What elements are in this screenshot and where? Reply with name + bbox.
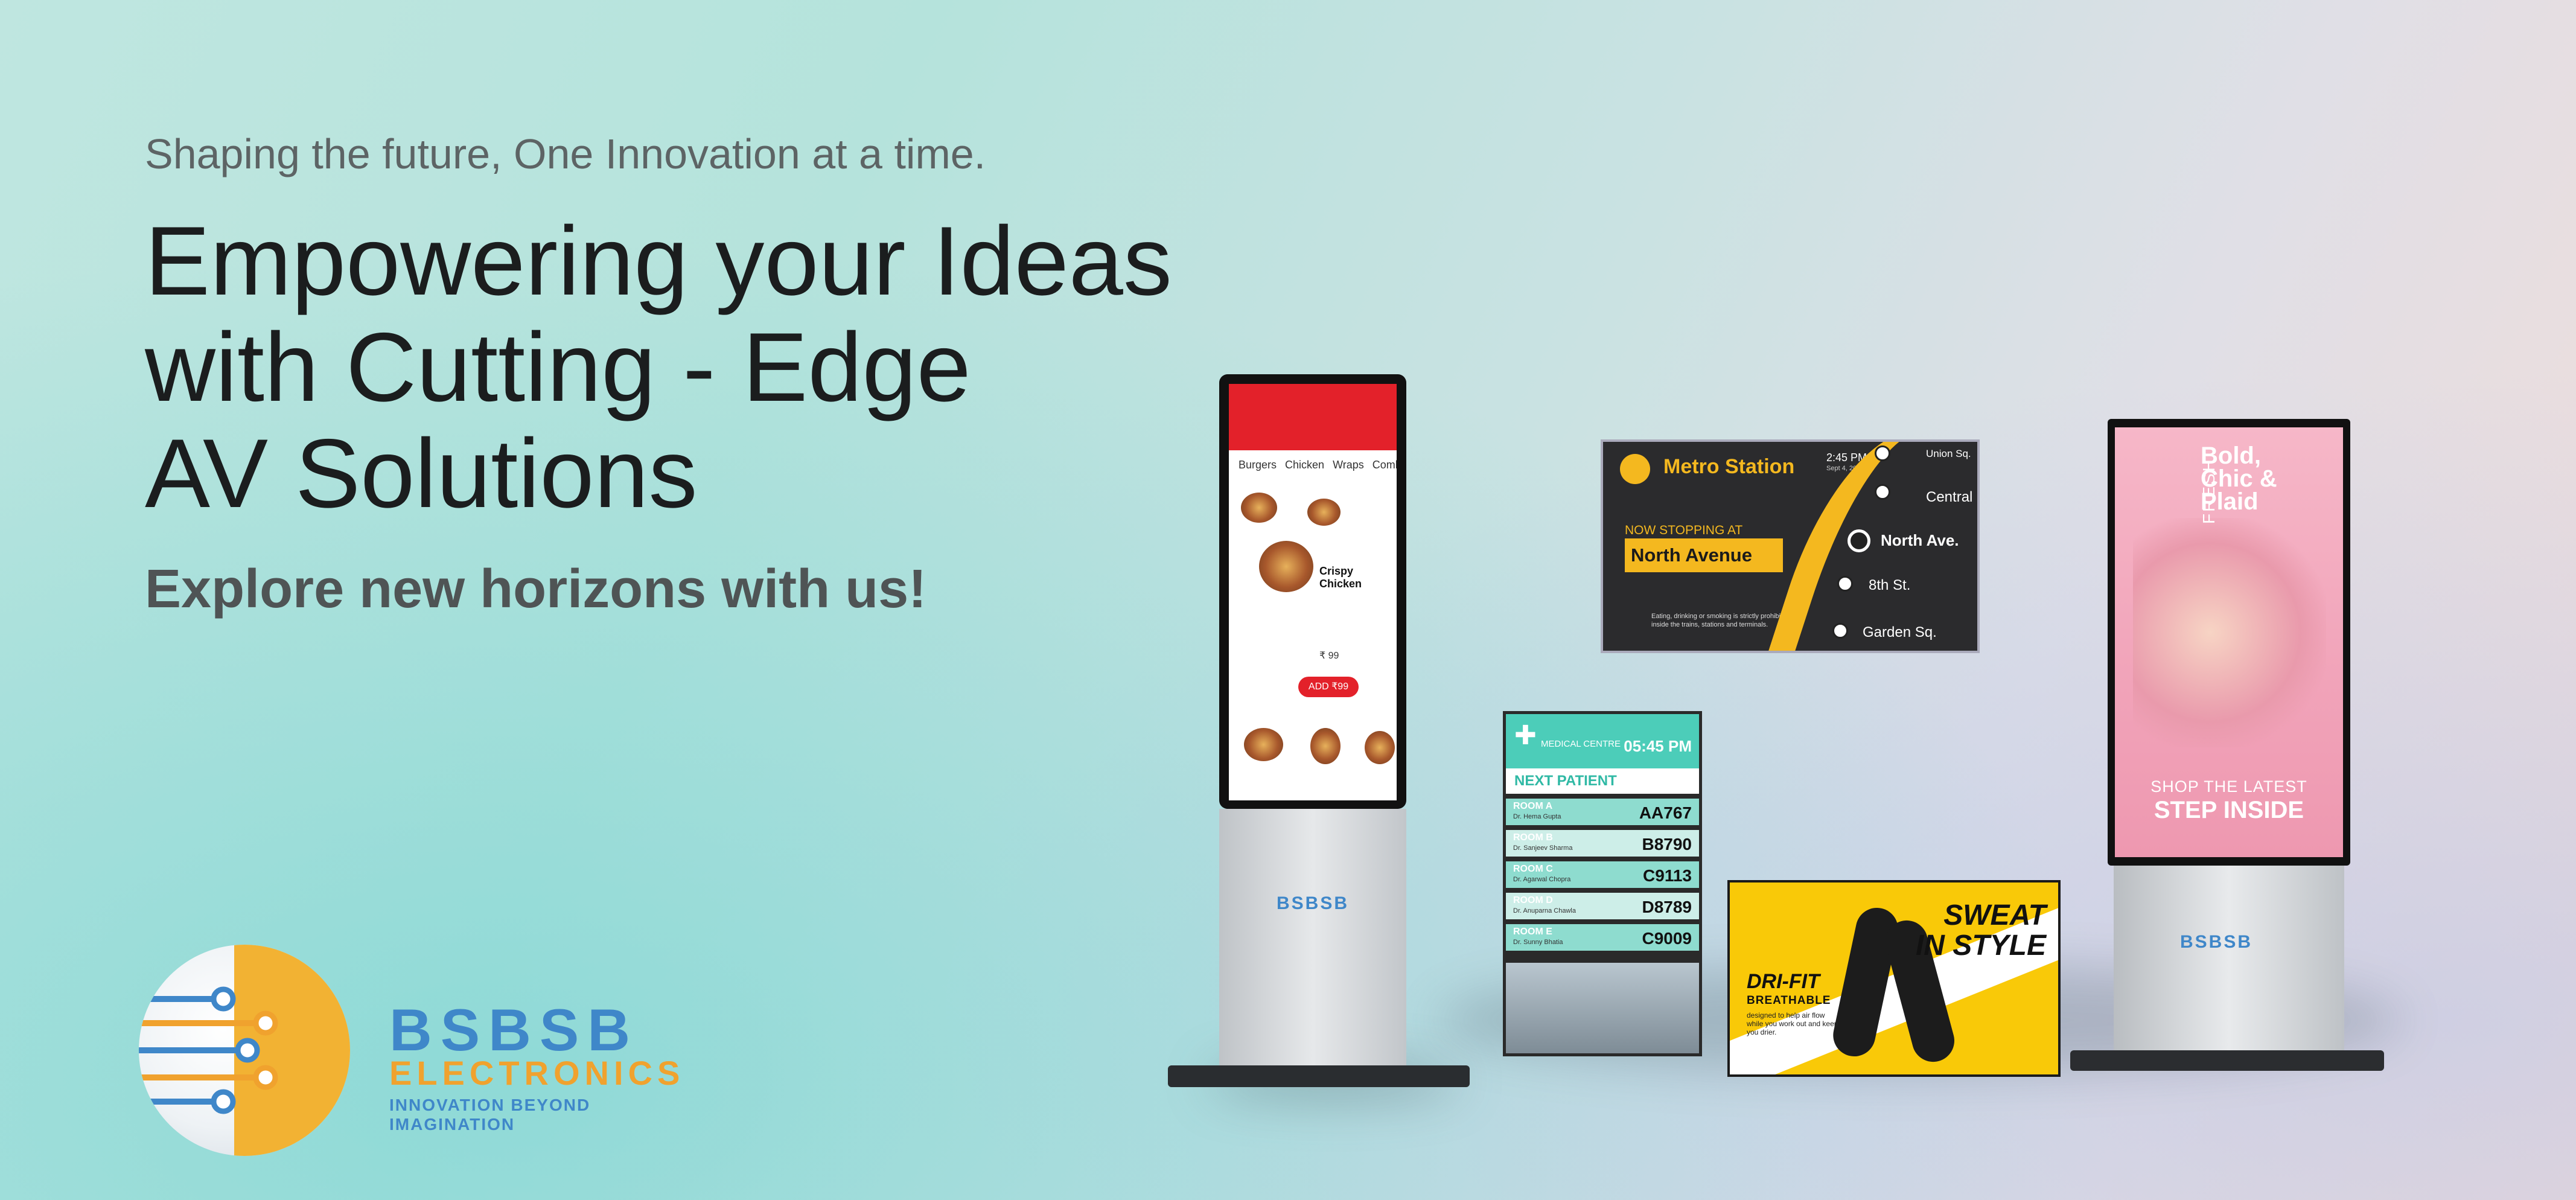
- queue-row: ROOM C Dr. Agarwal Chopra C9113: [1506, 861, 1699, 888]
- product-name: DRI-FIT: [1747, 970, 1820, 993]
- tab-combos[interactable]: Combos: [1372, 459, 1397, 471]
- food-kiosk-header: [1229, 384, 1397, 450]
- add-to-cart-button[interactable]: ADD ₹99: [1298, 677, 1359, 697]
- station-union: Union Sq.: [1926, 448, 1971, 459]
- doctor-name: Dr. Anuparna Chawla: [1513, 907, 1576, 914]
- brand-logo[interactable]: BSBSB ELECTRONICS INNOVATION BEYOND IMAG…: [112, 945, 715, 1162]
- kiosk-brand-label: BSBSB: [2180, 932, 2253, 952]
- food-price: ₹ 99: [1319, 651, 1339, 661]
- medical-queue-display: ✚ MEDICAL CENTRE 05:45 PM NEXT PATIENT R…: [1503, 711, 1702, 1056]
- next-patient-label: NEXT PATIENT: [1506, 768, 1699, 794]
- headline-line-2: with Cutting - Edge: [145, 313, 971, 422]
- burger-image: [1241, 493, 1277, 523]
- station-dot: [1875, 445, 1890, 461]
- station-central: Central: [1926, 489, 1973, 505]
- circuit-logo-icon: [139, 945, 350, 1156]
- room-label: ROOM E: [1513, 927, 1552, 937]
- station-dot: [1875, 484, 1890, 500]
- medical-staff-photo: [1506, 963, 1699, 1053]
- headline-line-3: AV Solutions: [145, 419, 698, 528]
- burger-image: [1307, 499, 1341, 526]
- fashion-kiosk-body: BSBSB: [2114, 866, 2344, 1053]
- queue-row: ROOM B Dr. Sanjeev Sharma B8790: [1506, 830, 1699, 857]
- step-inside-cta: STEP INSIDE: [2154, 797, 2304, 823]
- tab-chicken[interactable]: Chicken: [1285, 459, 1324, 471]
- burger-image: [1310, 728, 1341, 764]
- tagline: Shaping the future, One Innovation at a …: [145, 130, 986, 177]
- brand-tagline: INNOVATION BEYOND IMAGINATION: [389, 1096, 591, 1134]
- tab-burgers[interactable]: Burgers: [1239, 459, 1277, 471]
- food-kiosk-frame: Burgers Chicken Wraps Combos Crispy Chic…: [1219, 374, 1406, 809]
- ad-headline-line-1: SWEAT: [1943, 899, 2046, 931]
- doctor-name: Dr. Hema Gupta: [1513, 813, 1561, 820]
- fashion-headline-line-2: Chic &: [2201, 465, 2277, 492]
- metro-stopping-label: NOW STOPPING AT: [1625, 523, 1743, 537]
- metro-display: Metro Station 2:45 PM Sept 4, 2022 NOW S…: [1601, 439, 1980, 653]
- fashion-headline-line-3: Plaid: [2201, 488, 2259, 515]
- patient-code: C9009: [1642, 929, 1692, 948]
- medical-time: 05:45 PM: [1624, 737, 1692, 755]
- food-ordering-kiosk[interactable]: Burgers Chicken Wraps Combos Crispy Chic…: [1219, 374, 1406, 1087]
- models-photo: [2133, 518, 2326, 747]
- burger-image: [1365, 731, 1395, 764]
- medical-cross-icon: ✚: [1514, 721, 1537, 750]
- station-north-ave: North Ave.: [1881, 531, 1959, 549]
- burger-image: [1259, 541, 1313, 592]
- station-dot: [1832, 623, 1848, 639]
- fashion-headline: Bold, Chic & Plaid: [2201, 442, 2277, 515]
- product-description: designed to help air flow while you work…: [1747, 1011, 1838, 1036]
- patient-code: D8789: [1642, 898, 1692, 916]
- queue-row: ROOM A Dr. Hema Gupta AA767: [1506, 799, 1699, 825]
- ad-headline-line-2: IN STYLE: [1915, 930, 2046, 962]
- room-label: ROOM B: [1513, 832, 1553, 843]
- doctor-name: Dr. Sunny Bhatia: [1513, 939, 1563, 946]
- burger-image: [1244, 728, 1283, 761]
- product-subtitle: BREATHABLE: [1747, 994, 1831, 1007]
- room-label: ROOM C: [1513, 864, 1553, 874]
- metro-stop-name: North Avenue: [1625, 538, 1783, 572]
- headline-line-1: Empowering your Ideas: [145, 206, 1172, 316]
- food-menu-tabs: Burgers Chicken Wraps Combos: [1229, 450, 1397, 480]
- patient-code: B8790: [1642, 835, 1692, 854]
- station-garden: Garden Sq.: [1863, 624, 1937, 640]
- patient-code: AA767: [1639, 803, 1692, 822]
- train-icon: [1620, 454, 1650, 484]
- food-kiosk-screen[interactable]: Burgers Chicken Wraps Combos Crispy Chic…: [1229, 384, 1397, 800]
- queue-row: ROOM D Dr. Anuparna Chawla D8789: [1506, 893, 1699, 919]
- food-item-title: Crispy Chicken: [1319, 565, 1362, 590]
- station-dot: [1837, 576, 1853, 592]
- current-station-dot: [1848, 529, 1870, 552]
- metro-title: Metro Station: [1663, 455, 1795, 478]
- sportswear-ad-display: SWEAT IN STYLE DRI-FIT BREATHABLE design…: [1727, 880, 2061, 1077]
- doctor-name: Dr. Sanjeev Sharma: [1513, 844, 1573, 852]
- ad-headline: SWEAT IN STYLE: [1916, 901, 2046, 961]
- fashion-ad-kiosk: FRESH Bold, Chic & Plaid SHOP THE LATEST…: [2108, 419, 2350, 866]
- doctor-name: Dr. Agarwal Chopra: [1513, 876, 1571, 883]
- headline: Empowering your Ideas with Cutting - Edg…: [145, 208, 1231, 527]
- medical-centre-name: MEDICAL CENTRE: [1541, 739, 1621, 749]
- fashion-headline-line-1: Bold,: [2201, 442, 2261, 469]
- queue-row: ROOM E Dr. Sunny Bhatia C9009: [1506, 924, 1699, 951]
- room-label: ROOM A: [1513, 801, 1553, 811]
- fashion-kiosk-base: [2070, 1050, 2384, 1071]
- medical-header: ✚ MEDICAL CENTRE 05:45 PM: [1506, 714, 1699, 768]
- brand-subtitle: ELECTRONICS: [389, 1054, 685, 1092]
- station-8th: 8th St.: [1869, 577, 1911, 593]
- room-label: ROOM D: [1513, 895, 1553, 905]
- shop-label: SHOP THE LATEST: [2150, 777, 2307, 796]
- tab-wraps[interactable]: Wraps: [1333, 459, 1364, 471]
- fashion-kiosk-screen: FRESH Bold, Chic & Plaid SHOP THE LATEST…: [2115, 427, 2343, 857]
- patient-code: C9113: [1643, 866, 1692, 885]
- subheadline: Explore new horizons with us!: [145, 559, 927, 619]
